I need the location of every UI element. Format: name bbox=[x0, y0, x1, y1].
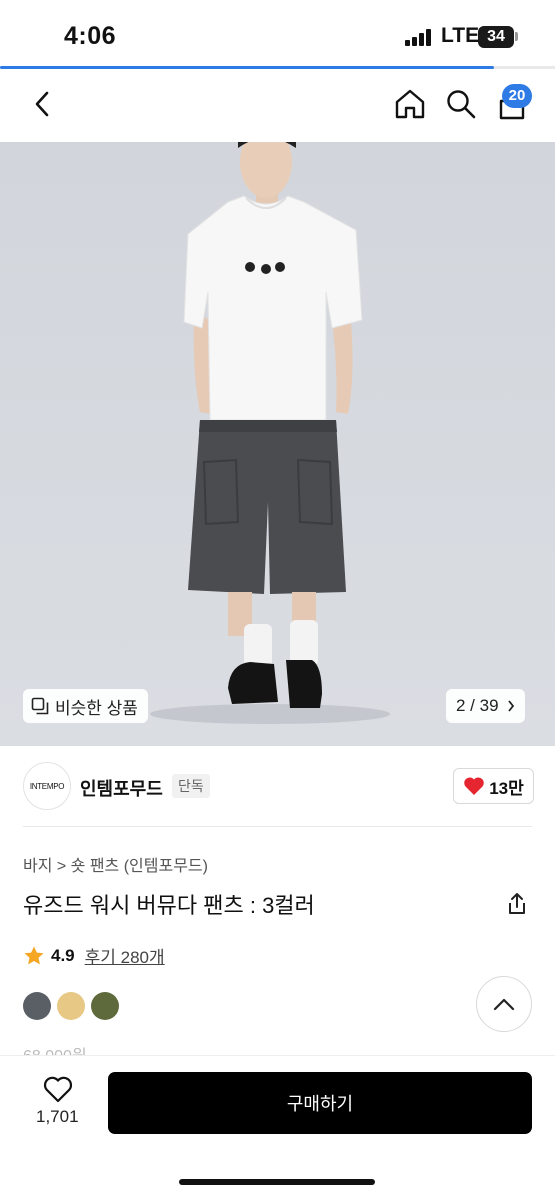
network-label: LTE bbox=[441, 24, 480, 47]
star-icon bbox=[24, 946, 44, 964]
gallery-counter-button[interactable]: 2 / 39 bbox=[446, 689, 525, 723]
wishlist-count: 1,701 bbox=[36, 1107, 79, 1126]
divider bbox=[23, 826, 532, 827]
rating-score: 4.9 bbox=[51, 945, 75, 965]
rating-row: 4.9 후기 280개 bbox=[23, 943, 165, 968]
heart-filled-icon bbox=[464, 777, 484, 795]
brand-name[interactable]: 인템포무드 bbox=[80, 775, 163, 801]
product-title: 유즈드 워시 버뮤다 팬츠 : 3컬러 bbox=[23, 893, 315, 918]
copy-icon bbox=[31, 697, 49, 715]
chevron-right-icon bbox=[507, 700, 514, 712]
model-photo bbox=[0, 142, 555, 746]
page-load-progress-fill bbox=[0, 66, 494, 69]
wishlist-button[interactable] bbox=[38, 1074, 78, 1104]
home-indicator bbox=[179, 1179, 375, 1185]
search-button[interactable] bbox=[441, 84, 481, 124]
back-button[interactable] bbox=[22, 84, 62, 124]
search-icon bbox=[447, 90, 476, 119]
brand-like-count: 13만 bbox=[489, 778, 524, 798]
buy-button[interactable]: 구매하기 bbox=[108, 1072, 532, 1134]
share-icon bbox=[509, 893, 525, 914]
share-button[interactable] bbox=[504, 891, 530, 917]
home-button[interactable] bbox=[390, 84, 430, 124]
signal-icon bbox=[405, 28, 433, 46]
product-price: 68,000원 bbox=[23, 1042, 87, 1056]
gallery-counter: 2 / 39 bbox=[456, 696, 499, 715]
color-swatch-beige[interactable] bbox=[57, 992, 85, 1020]
breadcrumb[interactable]: 바지 > 숏 팬츠 (인템포무드) bbox=[23, 852, 208, 876]
scroll-top-button[interactable] bbox=[476, 976, 532, 1032]
brand-like-button[interactable]: 13만 bbox=[453, 768, 534, 804]
product-image[interactable]: 비슷한 상품 2 / 39 bbox=[0, 142, 555, 746]
similar-products-button[interactable]: 비슷한 상품 bbox=[23, 689, 148, 723]
home-icon bbox=[395, 89, 425, 119]
similar-products-label: 비슷한 상품 bbox=[55, 698, 138, 718]
heart-outline-icon bbox=[43, 1076, 73, 1102]
battery-icon: 34 bbox=[478, 26, 514, 48]
color-swatch-khaki[interactable] bbox=[91, 992, 119, 1020]
cart-count-badge: 20 bbox=[502, 84, 532, 108]
status-time: 4:06 bbox=[64, 22, 117, 50]
battery-tip bbox=[515, 32, 518, 41]
back-arrow-icon bbox=[35, 91, 49, 117]
color-swatch-charcoal[interactable] bbox=[23, 992, 51, 1020]
brand-logo[interactable]: INTEMPO bbox=[23, 762, 71, 810]
page-load-progress bbox=[0, 66, 555, 69]
reviews-link[interactable]: 후기 280개 bbox=[85, 943, 165, 968]
chevron-up-icon bbox=[493, 998, 515, 1011]
exclusive-badge: 단독 bbox=[172, 774, 210, 798]
